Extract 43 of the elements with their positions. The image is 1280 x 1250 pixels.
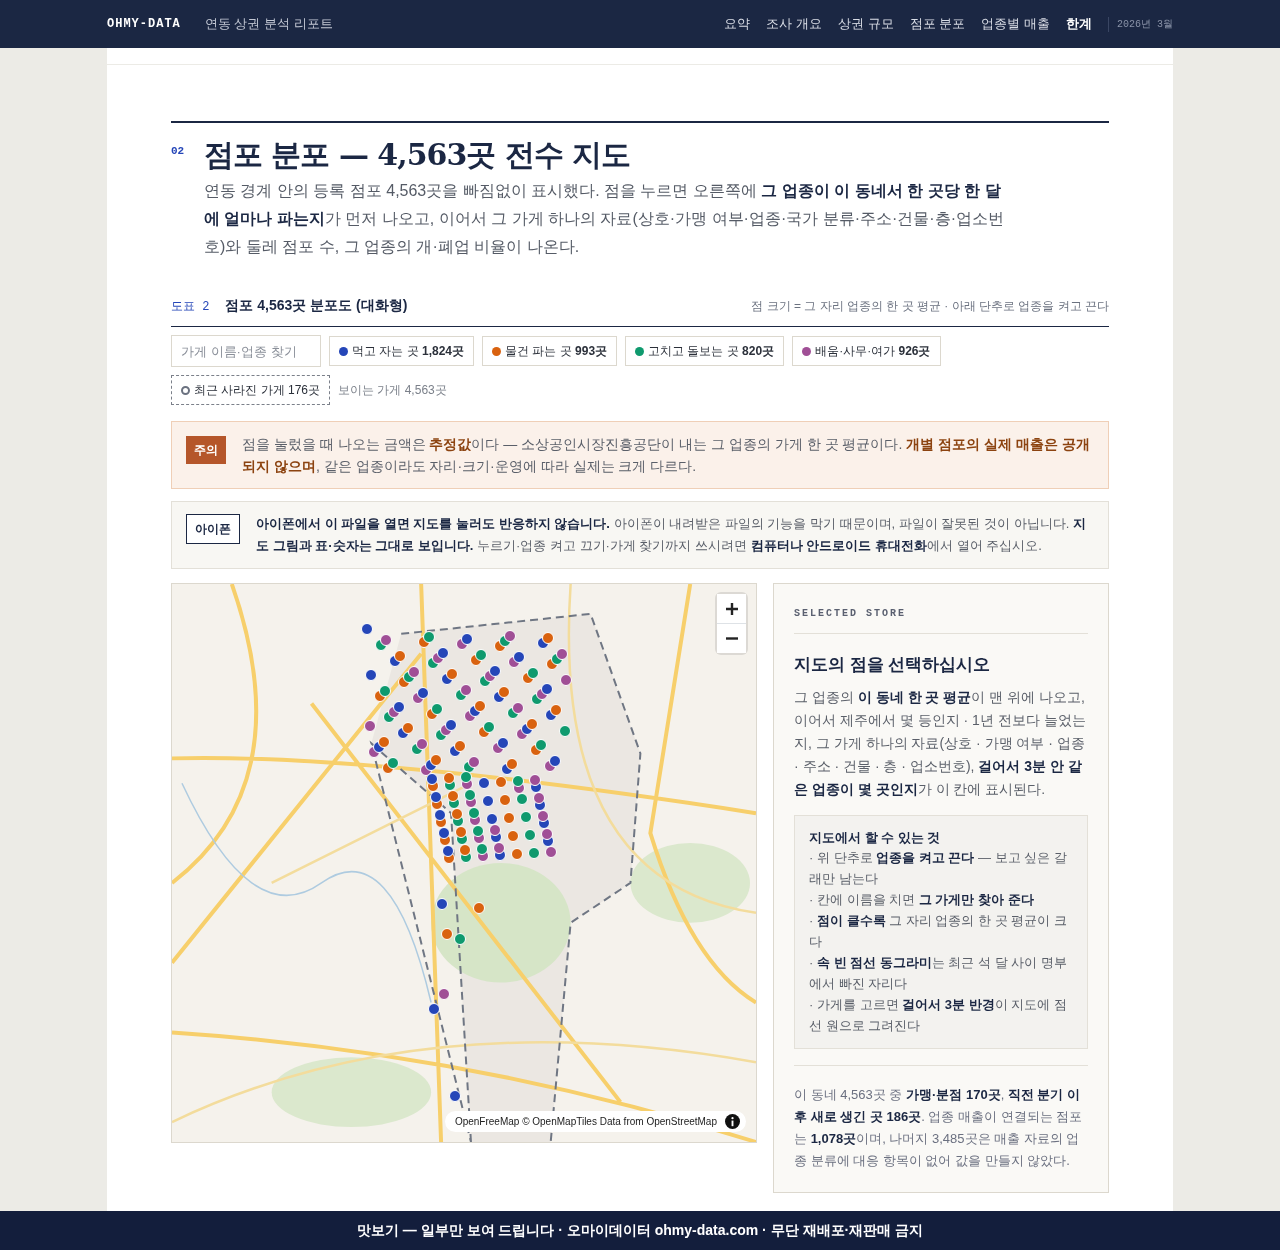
- panel-description: 그 업종의 이 동네 한 곳 평균이 맨 위에 나오고, 이어서 제주에서 몇 등인지 · 1년 전보다 늘었는지, 그 가게 하나의 자료(상호 · 가맹 여부 · 업종 · 주소 · 건물 · 층 · 업소번호), 걸어서 3분 안 같은 업종이 몇 곳인지가 이 칸에 표시된다.: [794, 687, 1087, 799]
- info-icon[interactable]: [725, 1114, 740, 1129]
- summary-text: 이 동네 4,563곳 중 가맹·분점 170곳, 직전 분기 이후 새로 생긴 곳 186곳. 업종 매출이 연결되는 점포는 1,078곳이며, 나머지 3,485곳은 매출 자료의 업종 분류에 대응 항목이 없어 값을 만들지 않았다.: [794, 1065, 1088, 1172]
- plus-icon: [725, 602, 738, 615]
- nav-link[interactable]: 상권 규모: [838, 14, 894, 34]
- nav-link[interactable]: 점포 분포: [909, 14, 966, 34]
- nav-link[interactable]: 한계: [1066, 14, 1092, 34]
- category-toggle[interactable]: 물건 파는 곳 993곳: [482, 336, 618, 366]
- figure-title: 점포 4,563곳 분포도 (대화형): [225, 296, 408, 315]
- section-number: 02: [171, 145, 185, 157]
- panel-eyebrow: SELECTED STORE: [794, 606, 1088, 634]
- tip-item: · 가게를 고르면 걸어서 3분 반경이 지도에 점선 원으로 그려진다: [809, 996, 1068, 1035]
- notice-text: 점을 눌렀을 때 나오는 금액은 추정값이다 — 소상공인시장진흥공단이 내는 그 업종의 가게 한 곳 평균이다. 개별 점포의 실제 매출은 공개되지 않으며, 같은 업종이라도 자리·크기·운영에 따라 실제는 크게 다르다.: [242, 435, 1091, 476]
- category-toggle[interactable]: 먹고 자는 곳 1,824곳: [329, 336, 475, 366]
- category-toggle[interactable]: 고치고 돌보는 곳 820곳: [625, 336, 785, 366]
- tip-item: · 점이 클수록 그 자리 업종의 한 곳 평균이 크다: [809, 912, 1068, 951]
- visible-count: 보이는 가게 4,563곳: [338, 382, 447, 399]
- tip-item: · 칸에 이름을 치면 그 가게만 찾아 준다: [809, 891, 1035, 909]
- section-title: 점포 분포 — 4,563곳 전수 지도: [204, 137, 632, 173]
- tip-item: · 속 빈 점선 동그라미는 최근 석 달 사이 명부에서 빠진 자리다: [809, 954, 1068, 993]
- nav-link[interactable]: 업종별 매출: [981, 14, 1050, 34]
- nav-link[interactable]: 조사 개요: [766, 14, 823, 34]
- intro-paragraph: 연동 경계 안의 등록 점포 4,563곳을 빠짐없이 표시했다. 점을 누르면 오른쪽에 그 업종이 이 동네서 한 곳당 한 달에 얼마나 파는지가 먼저 나오고, 이어서 그 가게 하나의 자료(상호·가맹 여부·업종·국가 분류·주소·건물·층·업소번호)와 둘레 점포 수, 그 업종의 개·폐업 비율이 나온다.: [204, 181, 1004, 257]
- store-dots-drawing[interactable]: [361, 623, 572, 1102]
- tip-item: · 위 단추로 업종을 켜고 끈다 — 보고 싶은 갈래만 남는다: [809, 849, 1068, 888]
- search-field[interactable]: 가게 이름·업종 찾기: [171, 335, 321, 367]
- attribution-text: OpenFreeMap © OpenMapTiles Data from OpenStreetMap: [454, 1115, 717, 1129]
- brand-logo[interactable]: OHMY-DATA: [107, 15, 181, 33]
- figure-note: 점 크기 = 그 자리 업종의 한 곳 평균 · 아래 단추로 업종을 켜고 끈다: [751, 298, 1109, 315]
- nav-link[interactable]: 요약: [724, 14, 751, 34]
- minus-icon: [725, 637, 738, 640]
- notice-badge: 아이폰: [186, 514, 240, 544]
- notice-badge: 주의: [186, 436, 226, 464]
- closed-stores-toggle[interactable]: 최근 사라진 가게 176곳: [171, 375, 331, 405]
- report-subtitle: 연동 상권 분석 리포트: [204, 15, 333, 34]
- banner-text: 맛보기 — 일부만 보여 드립니다 · 오마이데이터 ohmy-data.com · 무단 재배포·재판매 금지: [356, 1221, 924, 1240]
- hollow-circle-icon: [181, 385, 190, 395]
- figure-label: 도표 2: [171, 299, 210, 316]
- notice-text: 아이폰에서 이 파일을 열면 지도를 눌러도 반응하지 않습니다. 아이폰이 내려받은 파일의 기능을 막기 때문이며, 파일이 잘못된 것이 아닙니다. 지도 그림과 표·숫자는 그대로 보입니다. 누르기·업종 켜고 끄기·가게 찾기까지 쓰시려면 컴퓨터나 안드로이드 휴대전화에서 열어 주십시오.: [256, 515, 1087, 555]
- tips-heading: 지도에서 할 수 있는 것: [809, 828, 942, 847]
- category-toggle[interactable]: 배움·사무·여가 926곳: [792, 336, 941, 366]
- report-date: 2026년 3월: [1108, 16, 1173, 32]
- panel-title: 지도의 점을 선택하십시오: [794, 654, 992, 676]
